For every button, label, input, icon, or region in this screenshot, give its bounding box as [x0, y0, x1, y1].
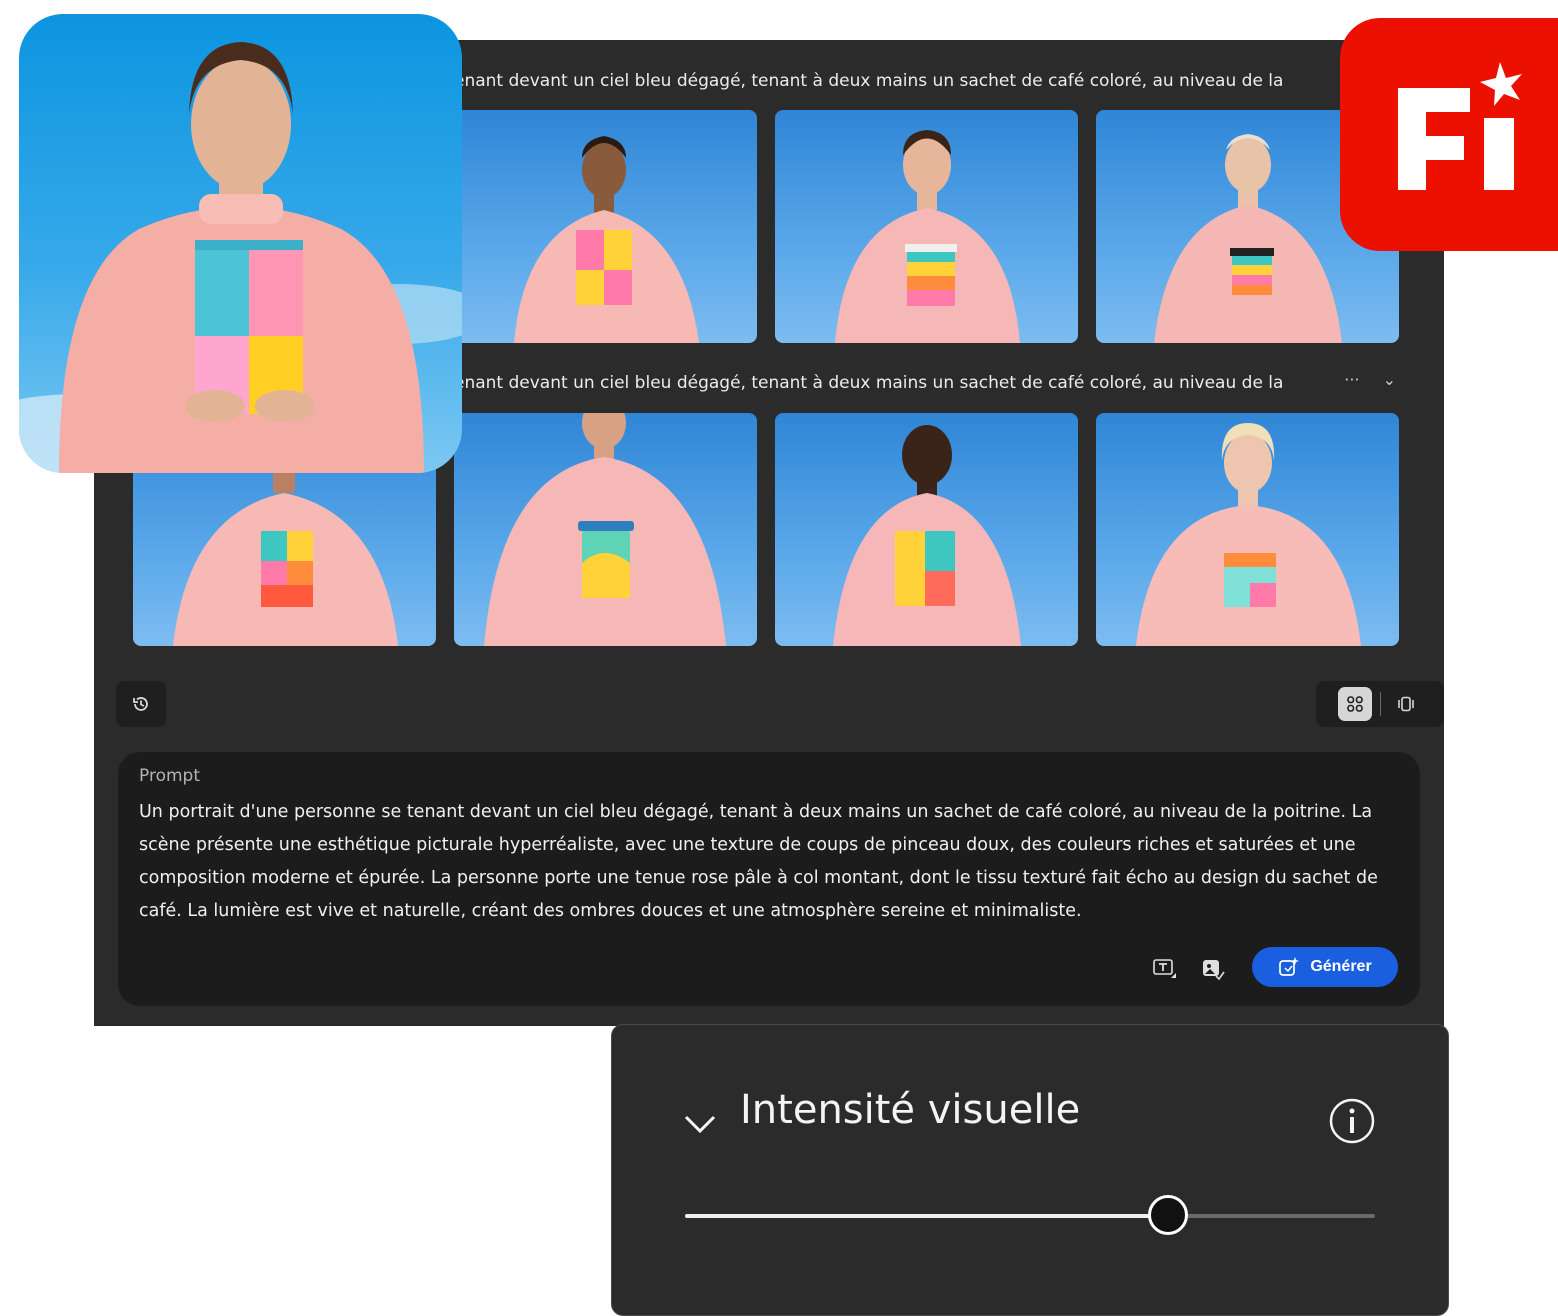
- intensity-slider[interactable]: [685, 1195, 1375, 1235]
- prompt-input[interactable]: Un portrait d'une personne se tenant dev…: [139, 796, 1379, 928]
- toggle-divider: [1379, 692, 1381, 716]
- result-thumbnail[interactable]: [454, 110, 757, 343]
- result-thumbnail[interactable]: [775, 413, 1078, 646]
- text-to-image-settings-button[interactable]: [1148, 952, 1182, 986]
- panel-title: Intensité visuelle: [740, 1087, 1081, 1133]
- more-options-button[interactable]: ···: [1344, 370, 1359, 389]
- collapse-row-button[interactable]: ⌄: [1383, 370, 1396, 389]
- slider-fill: [685, 1214, 1168, 1218]
- view-toggle: [1316, 681, 1444, 727]
- result-thumbnail[interactable]: [775, 110, 1078, 343]
- carousel-icon: [1397, 696, 1414, 712]
- generate-button[interactable]: Générer: [1252, 947, 1398, 987]
- featured-image: [19, 14, 462, 473]
- chevron-down-icon[interactable]: [682, 1113, 718, 1137]
- row-actions: ··· ⌄: [1326, 370, 1396, 389]
- result-thumbnail[interactable]: [1096, 413, 1399, 646]
- grid-icon: [1346, 696, 1363, 712]
- grid-view-button[interactable]: [1337, 687, 1372, 721]
- history-icon: [133, 697, 148, 711]
- text-image-icon: [1153, 959, 1176, 978]
- image-check-icon: [1203, 960, 1225, 981]
- generate-button-label: Générer: [1310, 958, 1372, 975]
- single-view-button[interactable]: [1389, 687, 1423, 721]
- slider-thumb[interactable]: [1148, 1195, 1188, 1235]
- info-icon[interactable]: [1328, 1097, 1376, 1145]
- generate-sparkle-icon: [1279, 957, 1300, 976]
- visual-intensity-panel: Intensité visuelle: [611, 1024, 1449, 1316]
- result-thumbnail[interactable]: [454, 413, 757, 646]
- prompt-label: Prompt: [139, 766, 200, 786]
- generation-caption: enant devant un ciel bleu dégagé, tenant…: [454, 71, 1284, 91]
- history-button[interactable]: [116, 681, 166, 727]
- firefly-app-logo: [1340, 18, 1558, 251]
- prompt-panel: Prompt Un portrait d'une personne se ten…: [118, 752, 1420, 1006]
- generation-caption: enant devant un ciel bleu dégagé, tenant…: [454, 373, 1284, 393]
- style-reference-button[interactable]: [1196, 952, 1230, 986]
